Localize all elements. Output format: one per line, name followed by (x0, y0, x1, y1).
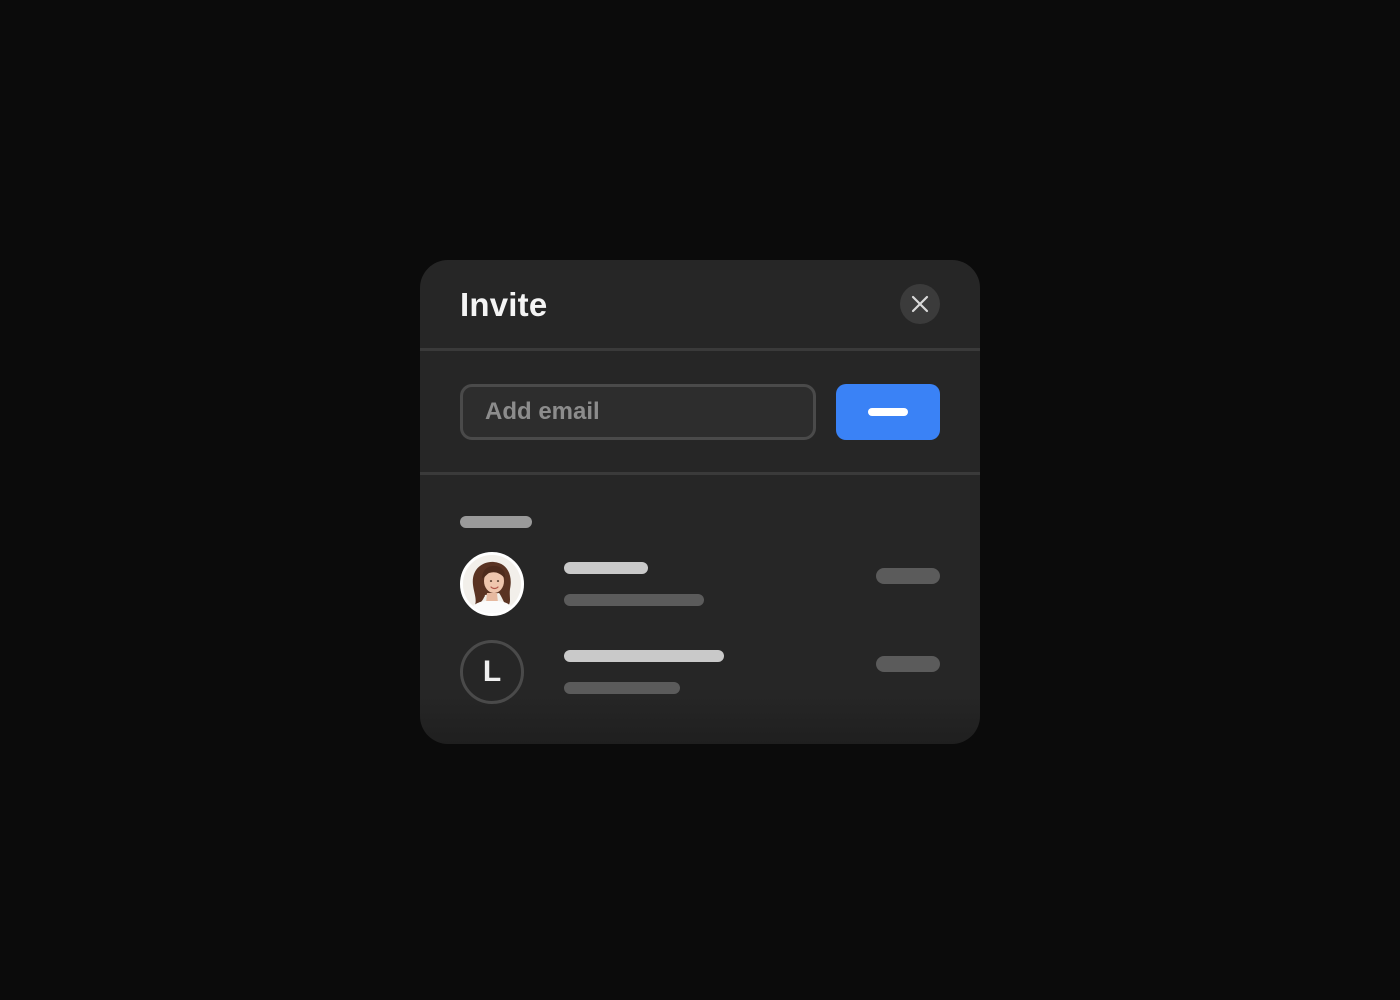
close-icon (911, 295, 929, 313)
email-input[interactable] (460, 384, 816, 440)
dialog-header: Invite (420, 260, 980, 351)
invite-dialog: Invite Add email L (420, 260, 980, 744)
member-name-placeholder (564, 650, 724, 662)
member-email-placeholder (564, 682, 680, 694)
invite-submit-button[interactable] (836, 384, 940, 440)
member-role-placeholder[interactable] (876, 568, 940, 584)
dialog-title: Invite (460, 286, 548, 323)
avatar-initial-letter: L (482, 655, 502, 688)
member-avatar-photo (460, 552, 524, 616)
woman-portrait-photo (463, 555, 521, 613)
app-canvas: Invite Add email L (0, 0, 1400, 1000)
close-button[interactable] (900, 284, 940, 324)
member-role-placeholder[interactable] (876, 656, 940, 672)
member-avatar-initial: L (460, 640, 524, 704)
invite-form (420, 351, 980, 475)
member-email-placeholder (564, 594, 704, 606)
minus-bar-icon (868, 408, 908, 416)
member-name-placeholder (564, 562, 648, 574)
section-heading-placeholder (460, 516, 532, 528)
